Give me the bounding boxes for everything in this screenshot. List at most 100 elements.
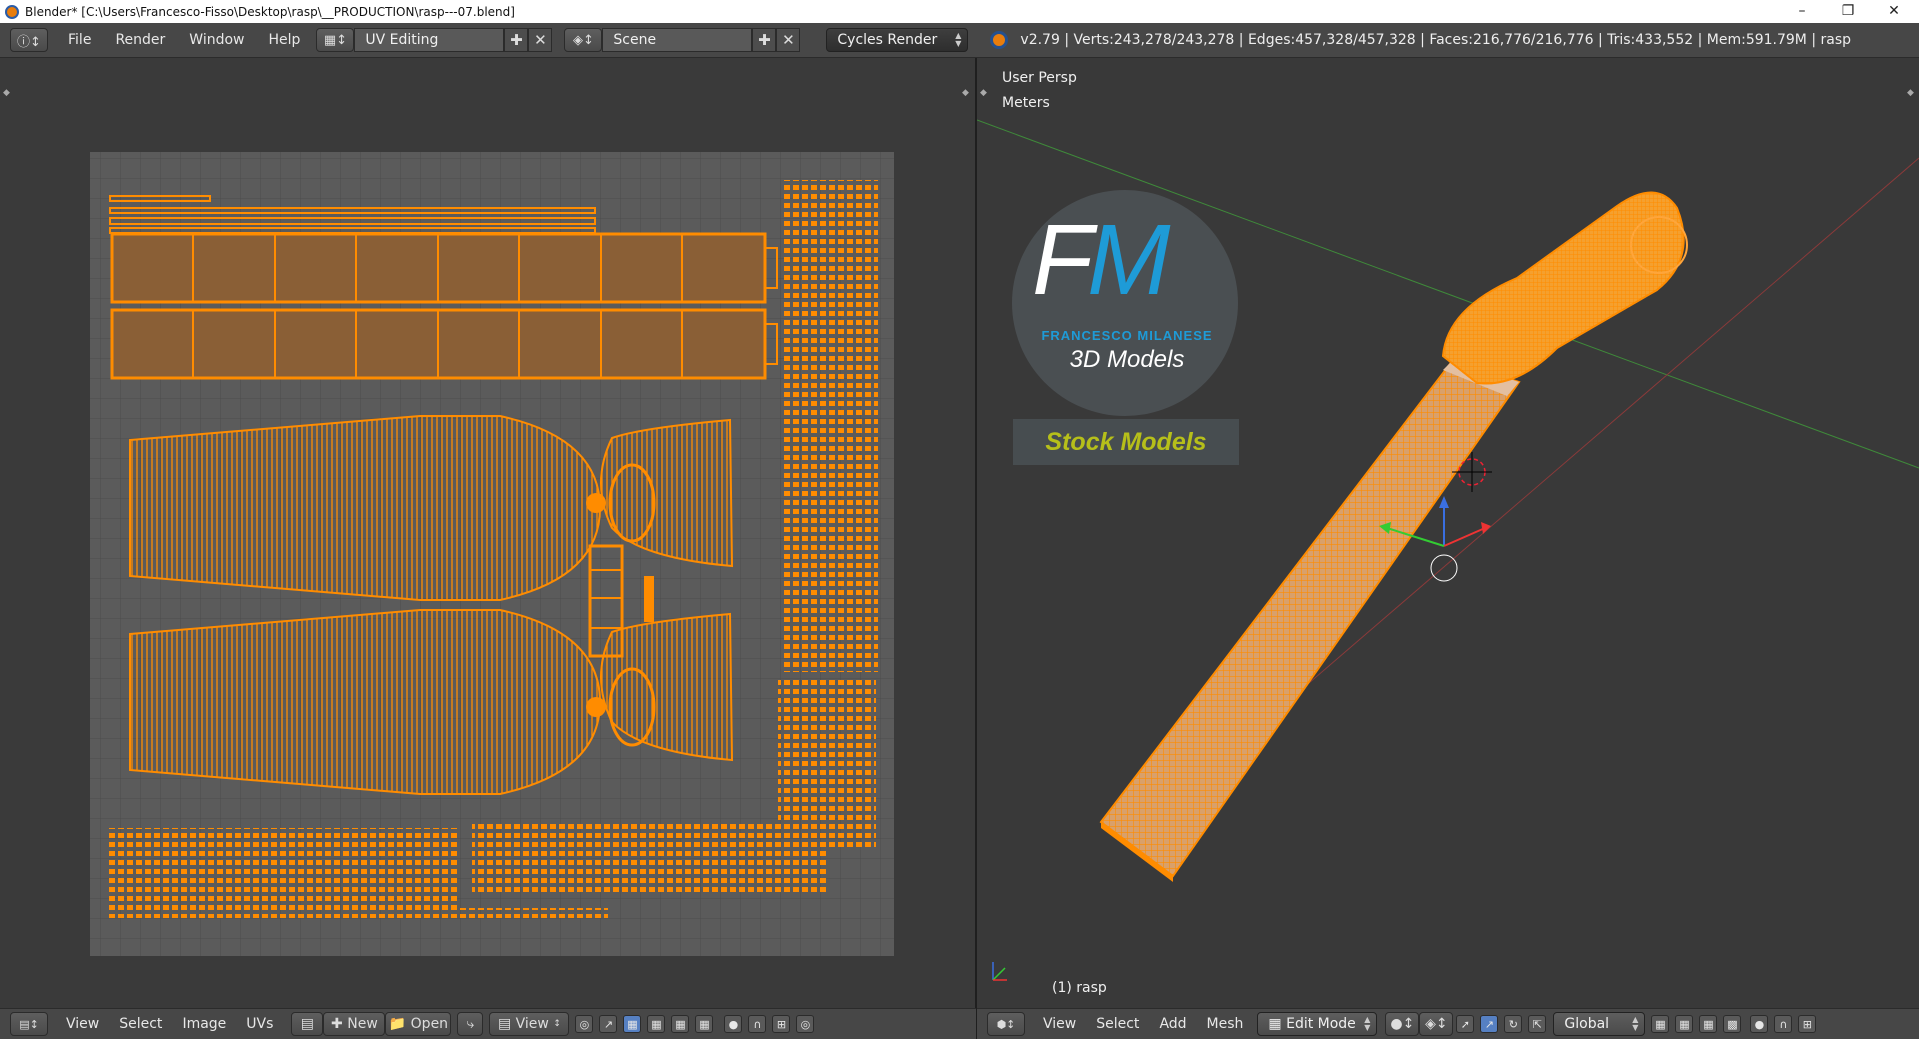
snap-icon[interactable]: ∩ (1774, 1015, 1793, 1033)
dropdown-arrows-icon: ↕ (553, 1019, 561, 1029)
uv-sync-icon[interactable]: ◎ (796, 1015, 815, 1033)
occlude-geometry-icon[interactable]: ▩ (1723, 1015, 1742, 1033)
units-label: Meters (1002, 95, 1050, 111)
image-editor-icon: ▤↕ (19, 1017, 39, 1031)
logo-subtitle: 3D Models (1069, 346, 1185, 373)
vertex-select-icon[interactable]: ▦ (623, 1015, 642, 1033)
view-mode-select[interactable]: ▤ View ↕ (489, 1012, 570, 1036)
window-title: Blender* [C:\Users\Francesco-Fisso\Deskt… (25, 4, 515, 19)
uv-canvas[interactable] (0, 58, 976, 1008)
manipulator-toggle-icon[interactable]: ➚ (1456, 1015, 1475, 1033)
folder-icon: 📁 (388, 1016, 407, 1032)
pivot-icon: ◈↕ (1425, 1016, 1448, 1032)
image-browse[interactable]: ▤ (291, 1012, 324, 1036)
add-layout-button[interactable]: ✚ (504, 28, 529, 52)
render-engine-label: Cycles Render (837, 32, 938, 48)
rasp-handle-mesh (1441, 191, 1685, 385)
image-icon: ▤ (300, 1016, 315, 1032)
plus-icon: ✚ (758, 31, 771, 49)
rotate-manipulator-icon[interactable]: ↻ (1504, 1015, 1523, 1033)
add-scene-button[interactable]: ✚ (752, 28, 777, 52)
layout-icon: ▦↕ (323, 32, 347, 48)
stock-models-badge: Stock Models (1013, 419, 1239, 465)
uv-image-editor[interactable]: ◆ ◆ (0, 58, 976, 1008)
open-label: Open (410, 1016, 449, 1032)
uv-menu-image[interactable]: Image (172, 1016, 236, 1032)
scale-manipulator-icon[interactable]: ⇱ (1528, 1015, 1547, 1033)
logo-initial-m: M (1087, 204, 1170, 316)
blender-logo-icon (5, 4, 19, 19)
open-image-button[interactable]: 📁 Open (385, 1012, 452, 1036)
screen-layout-browse[interactable]: ▦↕ (316, 28, 355, 52)
menu-render[interactable]: Render (103, 23, 177, 58)
uv-island-blade-top (110, 232, 778, 304)
proportional-edit-icon[interactable]: ● (724, 1015, 743, 1033)
uv-editor-type-selector[interactable]: ▤↕ (10, 1012, 48, 1036)
render-engine-select[interactable]: Cycles Render ▲ ▼ (826, 28, 969, 52)
scene-field[interactable]: Scene (602, 28, 753, 52)
edge-select-icon[interactable]: ▦ (647, 1015, 666, 1033)
x-icon: ✕ (782, 31, 795, 49)
pin-icon: ⤷ (466, 1016, 475, 1032)
view-name-label: User Persp (1002, 70, 1077, 86)
pivot-point-select[interactable]: ◈↕ (1419, 1012, 1454, 1036)
menu-help[interactable]: Help (256, 23, 312, 58)
island-select-icon[interactable]: ▦ (695, 1015, 714, 1033)
menu-file[interactable]: File (56, 23, 103, 58)
screen-layout-name: UV Editing (365, 32, 439, 48)
pin-image-button[interactable]: ⤷ (457, 1012, 484, 1036)
face-select-icon[interactable]: ▦ (671, 1015, 690, 1033)
fm-logo: FM FM FRANCESCO MILANESE 3D Models (1012, 190, 1238, 416)
viewport-shading-select[interactable]: ●↕ (1385, 1012, 1420, 1036)
minimize-button[interactable]: – (1780, 0, 1824, 23)
plus-icon: ✚ (331, 1016, 343, 1032)
scene-browse[interactable]: ◈↕ (564, 28, 603, 52)
blender-logo-icon (990, 31, 1009, 49)
3d-editor-type-selector[interactable]: ⬢↕ (987, 1012, 1025, 1036)
editor-type-selector[interactable]: ⓘ↕ (10, 28, 48, 52)
maximize-button[interactable]: ❐ (1826, 0, 1870, 23)
orientation-label: Global (1564, 1016, 1610, 1032)
uv-menu-view[interactable]: View (56, 1016, 109, 1032)
edit-mode-icon: ▦ (1268, 1016, 1287, 1032)
delete-scene-button[interactable]: ✕ (776, 28, 801, 52)
uv-island-small-cap (644, 576, 654, 622)
pivot-icon[interactable]: ◎ (575, 1015, 594, 1033)
dropdown-arrows-icon: ▲ ▼ (1632, 1015, 1639, 1032)
snap-icon[interactable]: ∩ (748, 1015, 767, 1033)
new-image-button[interactable]: ✚ New (323, 1012, 386, 1036)
translate-manipulator-icon[interactable]: ↗ (1480, 1015, 1499, 1033)
3d-menu-view[interactable]: View (1033, 1016, 1086, 1032)
delete-layout-button[interactable]: ✕ (528, 28, 553, 52)
screen-layout-field[interactable]: UV Editing (354, 28, 505, 52)
3d-menu-select[interactable]: Select (1086, 1016, 1149, 1032)
uv-island-teeth-bottom-a (108, 828, 458, 908)
uv-island-blade-bottom (110, 308, 778, 380)
snap-element-icon[interactable]: ⊞ (772, 1015, 791, 1033)
uv-menu-select[interactable]: Select (109, 1016, 172, 1032)
close-button[interactable]: ✕ (1872, 0, 1916, 23)
view-axis-gizmo-icon (992, 962, 1007, 981)
3d-viewport[interactable]: ◆ ◆ User Persp Meters (1) rasp FM FRANCE… (977, 58, 1919, 1008)
vertex-select-mode-icon[interactable]: ▦ (1651, 1015, 1670, 1033)
menu-window[interactable]: Window (177, 23, 256, 58)
uv-editor-header: ▤↕ View Select Image UVs ▤ ✚ New 📁 Open … (0, 1008, 976, 1039)
proportional-edit-icon[interactable]: ● (1750, 1015, 1769, 1033)
new-label: New (347, 1016, 378, 1032)
sticky-select-icon[interactable]: ↗ (599, 1015, 618, 1033)
scene-name: Scene (613, 32, 657, 48)
face-select-mode-icon[interactable]: ▦ (1699, 1015, 1718, 1033)
solid-shading-icon: ●↕ (1390, 1016, 1415, 1032)
3d-menu-add[interactable]: Add (1149, 1016, 1196, 1032)
mode-label: Edit Mode (1286, 1016, 1356, 1032)
3d-menu-mesh[interactable]: Mesh (1197, 1016, 1254, 1032)
uv-island-teeth-right-a (782, 180, 878, 672)
logo-initial-f: F (1032, 204, 1093, 316)
edge-select-mode-icon[interactable]: ▦ (1675, 1015, 1694, 1033)
snap-element-icon[interactable]: ⊞ (1798, 1015, 1817, 1033)
uv-menu-uvs[interactable]: UVs (236, 1016, 283, 1032)
view-mode-label: View (515, 1016, 549, 1032)
cube-icon: ⬢↕ (996, 1017, 1016, 1031)
transform-orientation-select[interactable]: Global ▲ ▼ (1553, 1012, 1646, 1036)
mode-select[interactable]: ▦ Edit Mode ▲ ▼ (1257, 1012, 1378, 1036)
